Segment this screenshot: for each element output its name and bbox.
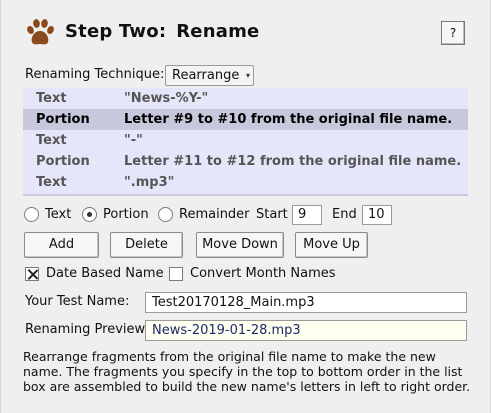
move-down-button[interactable]: Move Down — [196, 232, 284, 258]
convert-month-label[interactable]: Convert Month Names — [190, 266, 336, 281]
fragment-value: "News-%Y-" — [124, 91, 209, 106]
wizard-panel: Step Two: Rename ? Renaming Technique: Re… — [0, 0, 491, 413]
radio-remainder[interactable] — [158, 207, 173, 222]
radio-text[interactable] — [24, 207, 39, 222]
end-label: End — [332, 207, 357, 222]
convert-month-checkbox[interactable] — [169, 267, 183, 281]
radio-portion-label[interactable]: Portion — [103, 207, 149, 222]
radio-remainder-label[interactable]: Remainder — [179, 207, 250, 222]
move-up-button[interactable]: Move Up — [295, 232, 368, 258]
chevron-down-icon: ▾ — [245, 71, 250, 80]
fragment-value: ".mp3" — [124, 175, 175, 190]
radio-text-label[interactable]: Text — [45, 207, 71, 222]
technique-label: Renaming Technique: — [25, 67, 165, 82]
technique-selected-value: Rearrange — [172, 68, 240, 83]
fragment-list[interactable]: Text "News-%Y-" Portion Letter #9 to #10… — [23, 88, 468, 196]
fragment-type: Text — [36, 133, 67, 148]
paw-print-icon — [27, 19, 54, 45]
fragment-value: Letter #11 to #12 from the original file… — [124, 154, 462, 169]
step-label: Step Two: — [65, 21, 167, 42]
test-name-input[interactable]: Test20170128_Main.mp3 — [145, 292, 467, 313]
technique-dropdown[interactable]: Rearrange ▾ — [165, 65, 254, 86]
fragment-value: "-" — [124, 133, 143, 148]
end-input[interactable]: 10 — [362, 205, 392, 225]
test-name-label: Your Test Name: — [25, 294, 130, 309]
fragment-type: Portion — [36, 112, 90, 127]
step-title: Rename — [176, 21, 260, 42]
help-button[interactable]: ? — [441, 21, 465, 45]
help-description: Rearrange fragments from the original fi… — [23, 349, 471, 394]
start-input[interactable]: 9 — [292, 205, 322, 225]
fragment-kind-group: Text Portion Remainder Start 9 End 10 — [23, 204, 483, 226]
fragment-type: Text — [36, 91, 67, 106]
fragment-type: Portion — [36, 154, 90, 169]
date-based-label[interactable]: Date Based Name — [46, 266, 164, 281]
add-button[interactable]: Add — [24, 232, 99, 258]
list-item[interactable]: Text "News-%Y-" — [23, 88, 468, 109]
delete-button[interactable]: Delete — [110, 232, 183, 258]
radio-portion[interactable] — [82, 207, 97, 222]
date-based-checkbox[interactable] — [25, 267, 39, 281]
fragment-type: Text — [36, 175, 67, 190]
list-item-selected[interactable]: Portion Letter #9 to #10 from the origin… — [23, 109, 468, 130]
renaming-preview-field: News-2019-01-28.mp3 — [145, 320, 467, 341]
page-title: Step Two: Rename — [65, 21, 259, 42]
start-label: Start — [256, 207, 288, 222]
list-item[interactable]: Portion Letter #11 to #12 from the origi… — [23, 151, 468, 172]
preview-label: Renaming Preview: — [25, 322, 149, 337]
list-item[interactable]: Text ".mp3" — [23, 172, 468, 193]
fragment-value: Letter #9 to #10 from the original file … — [124, 112, 453, 127]
list-item[interactable]: Text "-" — [23, 130, 468, 151]
